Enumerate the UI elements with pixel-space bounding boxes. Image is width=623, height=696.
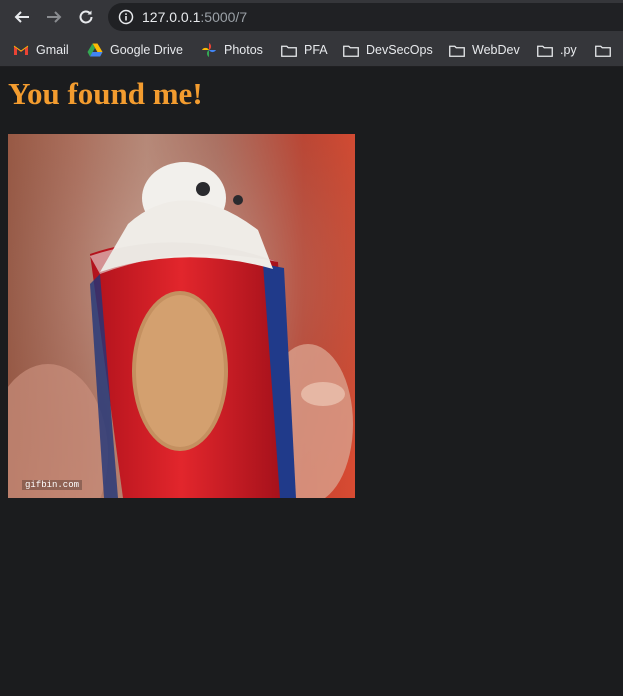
info-icon[interactable]: [118, 9, 134, 25]
google-drive-icon: [87, 43, 103, 57]
folder-icon: [343, 45, 359, 57]
google-photos-icon: [202, 43, 216, 57]
browser-toolbar: 127.0.0.1:5000/7: [0, 0, 623, 34]
bookmark-label: Gmail: [36, 43, 69, 57]
page-content: You found me! gifbin.com: [0, 67, 623, 696]
bookmark-folder-pfa[interactable]: PFA: [281, 41, 328, 59]
url-text[interactable]: 127.0.0.1:5000/7: [142, 8, 247, 26]
folder-icon: [537, 45, 553, 57]
folder-icon: [449, 45, 465, 57]
bookmark-label: PFA: [304, 43, 328, 57]
back-button[interactable]: [10, 5, 34, 29]
reload-icon: [79, 10, 93, 24]
bookmarks-bar: Gmail Google Drive Photos PFA DevSecOps: [0, 34, 623, 67]
forward-arrow-icon: [47, 11, 62, 23]
address-bar[interactable]: 127.0.0.1:5000/7: [108, 3, 623, 31]
gif-watermark: gifbin.com: [22, 480, 83, 490]
bookmark-folder-overflow[interactable]: [595, 41, 618, 59]
bookmark-label: DevSecOps: [366, 43, 433, 57]
puppy-in-cup-gif: gifbin.com: [8, 134, 355, 498]
forward-button[interactable]: [42, 5, 66, 29]
bookmark-label: .py: [560, 43, 577, 57]
bookmark-folder-py[interactable]: .py: [537, 41, 577, 59]
bookmark-folder-devsecops[interactable]: DevSecOps: [343, 41, 433, 59]
bookmark-label: Photos: [224, 43, 263, 57]
reload-button[interactable]: [74, 5, 98, 29]
folder-icon: [595, 45, 611, 57]
page-heading: You found me!: [8, 76, 203, 111]
bookmark-label: Google Drive: [110, 43, 183, 57]
bookmark-folder-webdev[interactable]: WebDev: [449, 41, 520, 59]
url-host: 127.0.0.1: [142, 9, 201, 25]
bookmark-label: WebDev: [472, 43, 520, 57]
bookmark-photos[interactable]: Photos: [201, 41, 263, 59]
folder-icon: [281, 45, 297, 57]
puppy-in-cup-illustration: [8, 134, 355, 498]
gmail-icon: [13, 45, 29, 55]
url-path: :5000/7: [200, 9, 248, 25]
bookmark-gmail[interactable]: Gmail: [13, 41, 69, 59]
back-arrow-icon: [14, 11, 29, 23]
bookmark-google-drive[interactable]: Google Drive: [87, 41, 183, 59]
